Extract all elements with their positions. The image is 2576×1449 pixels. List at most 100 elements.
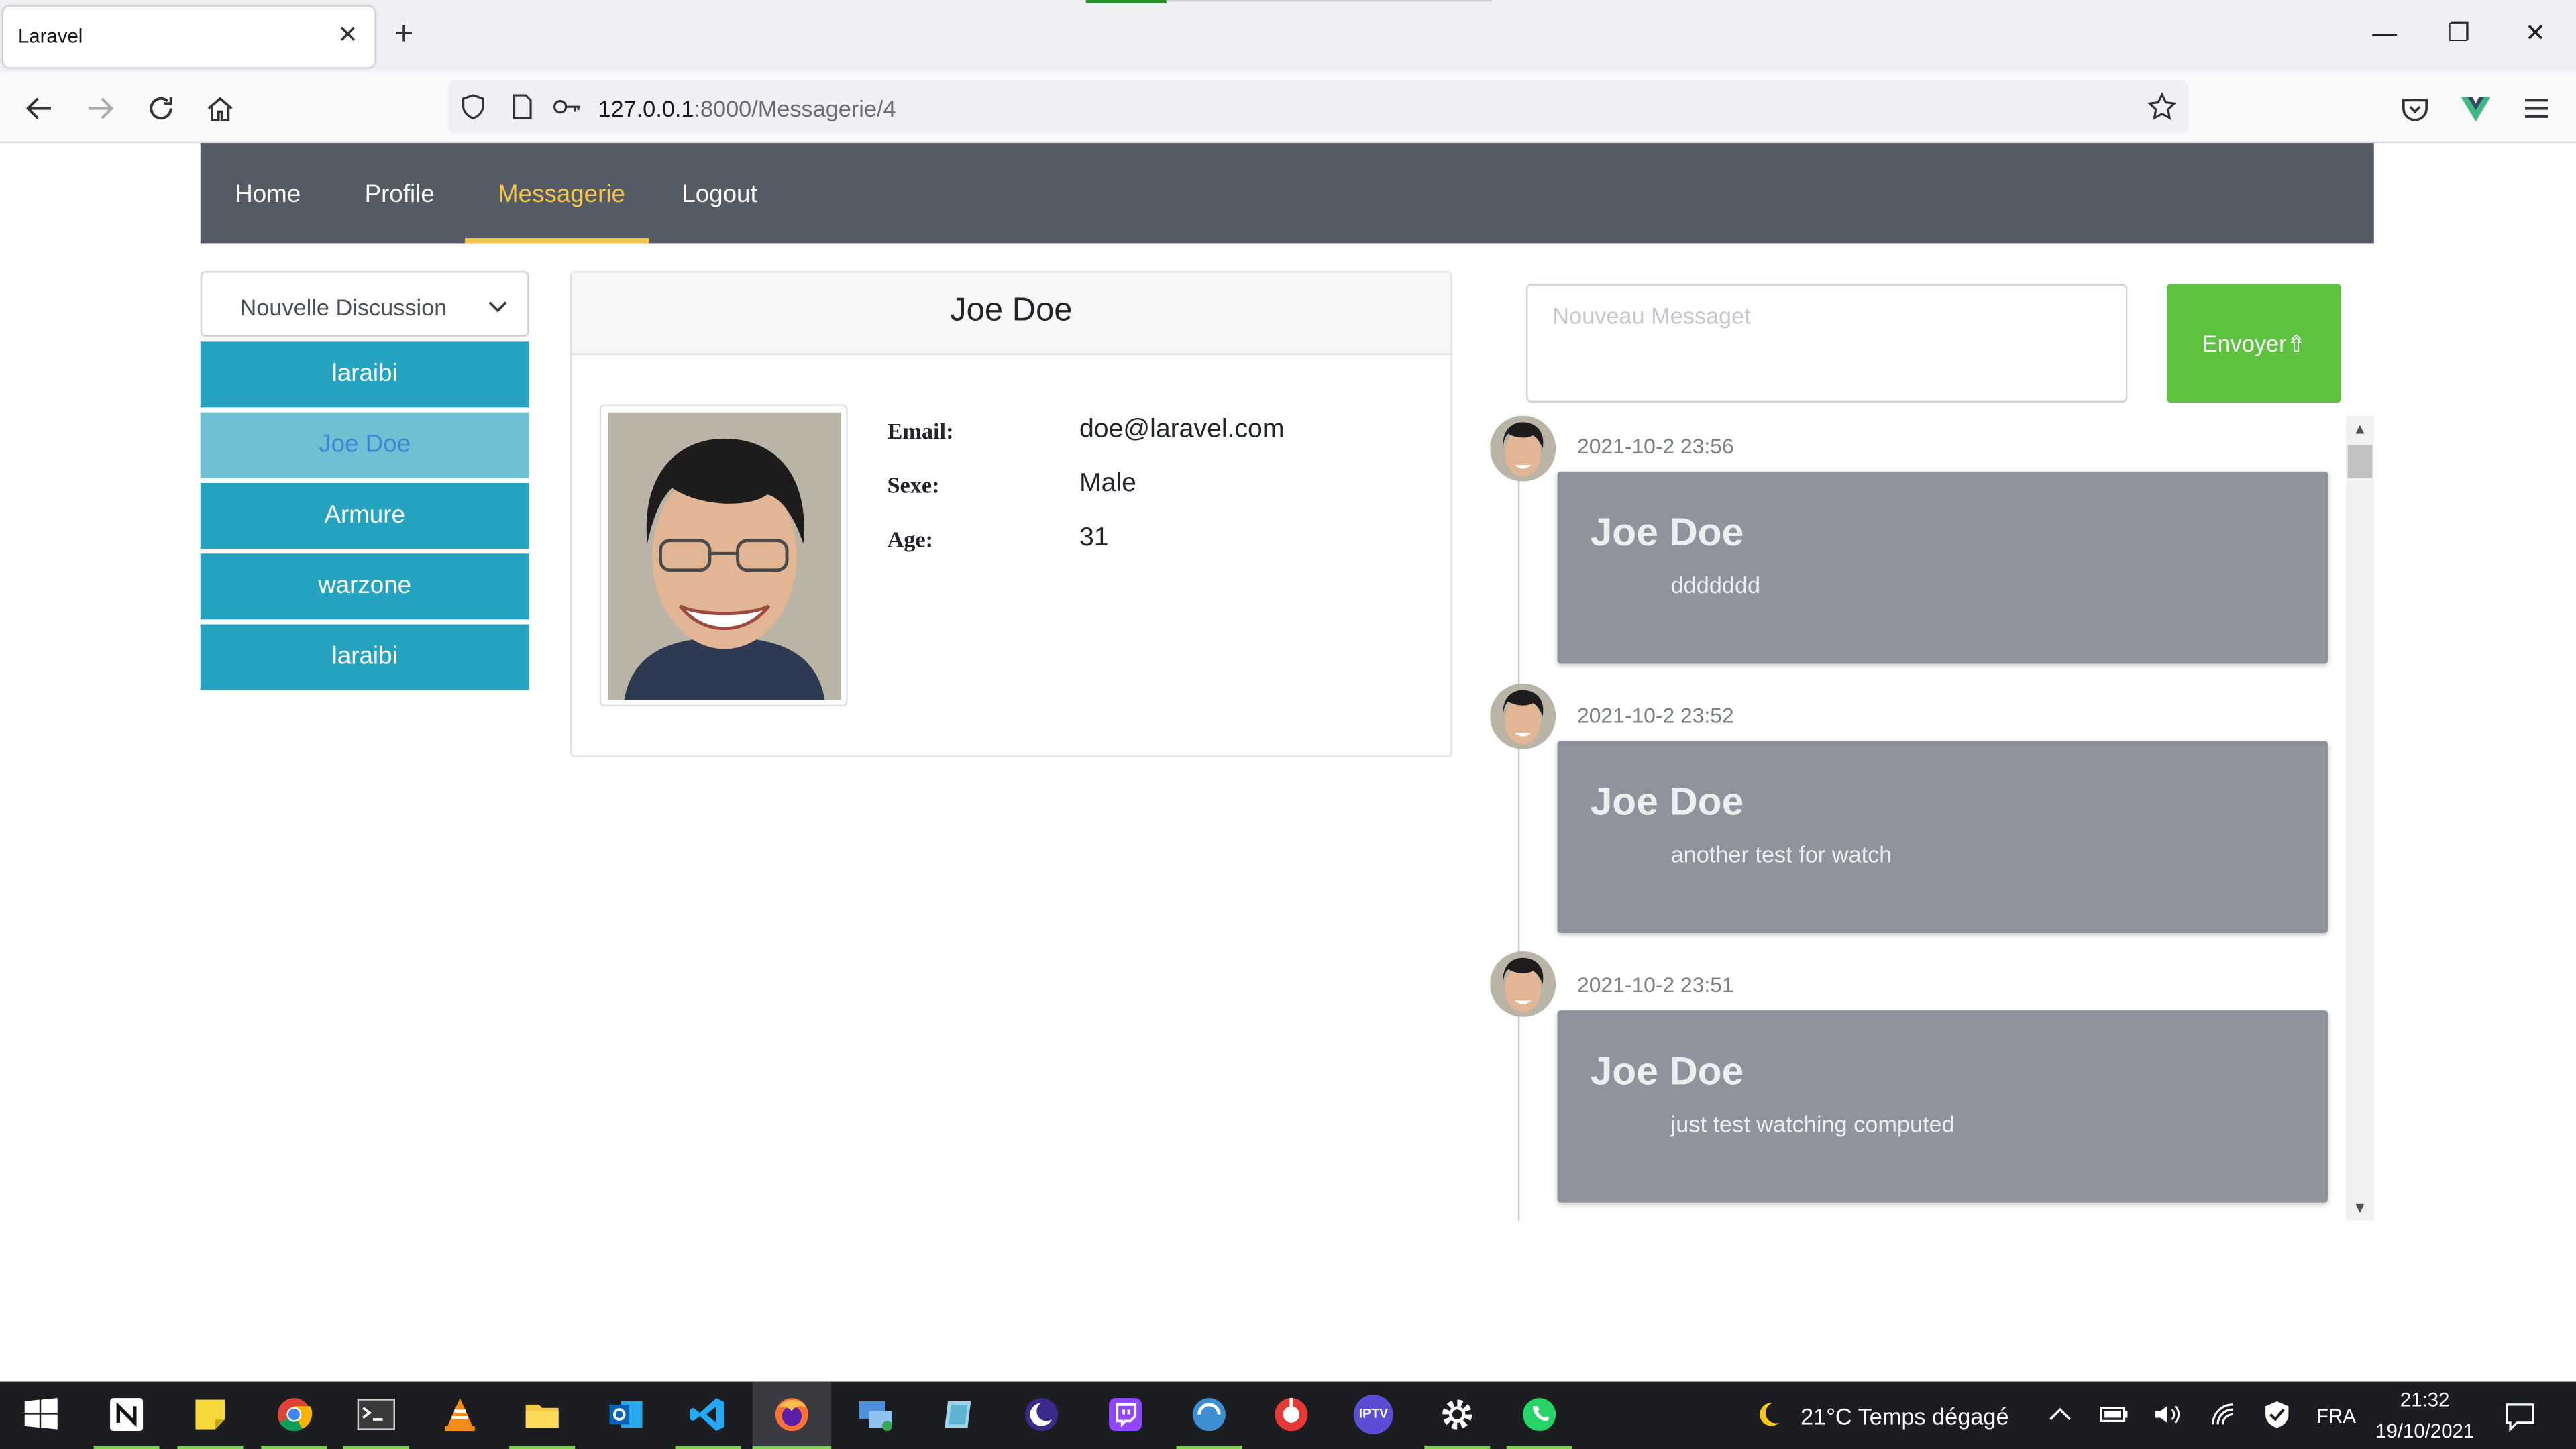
screen: Laravel ✕ + — ❐ ✕ 127.0.0.1:8000/Message… xyxy=(0,0,2576,1449)
minimize-icon[interactable]: — xyxy=(2372,18,2397,51)
new-tab-icon[interactable]: + xyxy=(394,16,414,52)
browser-tab-bar: Laravel ✕ + — ❐ ✕ xyxy=(0,0,2576,72)
vue-devtools-icon[interactable] xyxy=(2459,92,2492,125)
restore-icon[interactable]: ❐ xyxy=(2448,18,2470,51)
contact-item-active[interactable]: Joe Doe xyxy=(200,412,529,478)
running-indicator xyxy=(177,1446,244,1449)
wifi-icon[interactable] xyxy=(2210,1401,2239,1428)
chrome-icon[interactable] xyxy=(274,1395,314,1434)
message-timeline[interactable]: 2021-10-2 23:56 Joe Doe ddddddd 2021-10-… xyxy=(1485,415,2375,1221)
iptv-icon[interactable]: IPTV xyxy=(1353,1395,1393,1434)
loading-indicator xyxy=(1085,0,1167,3)
tab-title: Laravel xyxy=(17,24,83,48)
shield-icon[interactable] xyxy=(460,94,486,120)
profile-photo xyxy=(608,412,841,700)
scroll-up-icon[interactable]: ▲ xyxy=(2346,416,2374,442)
scroll-down-icon[interactable]: ▼ xyxy=(2346,1194,2374,1220)
outlook-icon[interactable] xyxy=(606,1395,646,1434)
home-icon[interactable] xyxy=(204,92,237,125)
running-indicator xyxy=(1424,1446,1491,1449)
pocket-icon[interactable] xyxy=(2399,92,2432,125)
chevron-up-icon[interactable] xyxy=(2049,1405,2072,1424)
url-path: :8000/Messagerie/4 xyxy=(694,95,896,122)
window-close-icon[interactable]: ✕ xyxy=(2525,18,2546,51)
clock-date[interactable]: 19/10/2021 xyxy=(2367,1419,2482,1442)
defender-shield-icon[interactable] xyxy=(2262,1400,2292,1430)
firefox-icon[interactable] xyxy=(772,1395,812,1434)
bookmark-star-icon[interactable] xyxy=(2147,92,2177,121)
address-bar[interactable]: 127.0.0.1:8000/Messagerie/4 xyxy=(448,80,2189,133)
clock-time[interactable]: 21:32 xyxy=(2367,1388,2482,1411)
contact-item[interactable]: Armure xyxy=(200,483,529,549)
battery-icon[interactable] xyxy=(2100,1403,2129,1426)
message-author: Joe Doe xyxy=(1590,780,1744,825)
language-indicator[interactable]: FRA xyxy=(2316,1405,2356,1428)
nav-logout[interactable]: Logout xyxy=(682,180,757,209)
message-author: Joe Doe xyxy=(1590,1049,1744,1095)
message-time: 2021-10-2 23:52 xyxy=(1577,703,1734,728)
vlc-icon[interactable] xyxy=(440,1395,480,1434)
nav-home[interactable]: Home xyxy=(235,180,301,209)
vscode-icon[interactable] xyxy=(688,1395,728,1434)
message-time: 2021-10-2 23:51 xyxy=(1577,972,1734,998)
new-message-placeholder: Nouveau Messaget xyxy=(1552,302,1751,329)
send-button[interactable]: Envoyer⇮ xyxy=(2167,284,2341,402)
running-indicator xyxy=(1176,1446,1242,1449)
close-tab-icon[interactable]: ✕ xyxy=(337,21,358,50)
windows-taskbar: IPTV 21°C Temps dégagé FRA 21:32 19/10/2… xyxy=(0,1381,2576,1449)
message-text: another test for watch xyxy=(1670,841,1892,868)
key-icon[interactable] xyxy=(552,95,582,118)
red-app-icon[interactable] xyxy=(1272,1395,1311,1434)
email-value: doe@laravel.com xyxy=(1079,415,1285,444)
back-icon[interactable] xyxy=(23,92,56,125)
notification-icon[interactable] xyxy=(2504,1400,2536,1433)
running-indicator xyxy=(675,1446,741,1449)
message-bubble: Joe Doe just test watching computed xyxy=(1557,1010,2328,1203)
message-bubble: Joe Doe ddddddd xyxy=(1557,471,2328,664)
nav-profile[interactable]: Profile xyxy=(365,180,435,209)
forward-icon[interactable] xyxy=(84,92,117,125)
profile-name-header: Joe Doe xyxy=(572,272,1451,355)
sexe-value: Male xyxy=(1079,470,1136,498)
chevron-down-icon xyxy=(488,301,507,313)
whatsapp-icon[interactable] xyxy=(1519,1395,1559,1434)
running-indicator xyxy=(343,1446,409,1449)
sexe-label: Sexe: xyxy=(887,474,940,500)
url-text[interactable]: 127.0.0.1:8000/Messagerie/4 xyxy=(598,95,896,121)
settings-gear-icon[interactable] xyxy=(1438,1395,1477,1434)
moon-app-icon[interactable] xyxy=(1022,1395,1061,1434)
weather-text[interactable]: 21°C Temps dégagé xyxy=(1801,1403,2008,1429)
new-message-input[interactable]: Nouveau Messaget xyxy=(1526,284,2128,402)
reload-icon[interactable] xyxy=(145,92,178,125)
age-value: 31 xyxy=(1079,524,1109,552)
scroll-thumb[interactable] xyxy=(2347,445,2373,478)
nav-messagerie[interactable]: Messagerie xyxy=(498,180,625,209)
windows-start-icon[interactable] xyxy=(21,1395,61,1434)
volume-icon[interactable] xyxy=(2152,1401,2182,1428)
timeline-scrollbar[interactable]: ▲ ▼ xyxy=(2346,415,2374,1221)
avatar xyxy=(1490,415,1556,482)
network-app-icon[interactable] xyxy=(1189,1395,1229,1434)
file-explorer-icon[interactable] xyxy=(523,1395,562,1434)
contact-item[interactable]: warzone xyxy=(200,553,529,620)
running-indicator xyxy=(93,1446,160,1449)
browser-nav-bar: 127.0.0.1:8000/Messagerie/4 xyxy=(0,72,2576,144)
message-text: just test watching computed xyxy=(1670,1110,1955,1137)
contact-item[interactable]: laraibi xyxy=(200,341,529,408)
profile-card: Joe Doe Email: doe@laravel.com Sexe: Mal… xyxy=(570,271,1452,757)
browser-tab[interactable]: Laravel ✕ xyxy=(3,6,375,68)
age-label: Age: xyxy=(887,529,934,554)
contact-item[interactable]: laraibi xyxy=(200,624,529,690)
app-navbar: Home Profile Messagerie Logout xyxy=(200,143,2374,244)
remote-desktop-icon[interactable] xyxy=(856,1395,896,1434)
menu-icon[interactable] xyxy=(2520,92,2553,125)
notion-icon[interactable] xyxy=(107,1395,146,1434)
email-label: Email: xyxy=(887,420,954,445)
weather-moon-icon xyxy=(1760,1403,1780,1426)
app-icon[interactable] xyxy=(938,1395,977,1434)
sticky-notes-icon[interactable] xyxy=(191,1395,230,1434)
message-time: 2021-10-2 23:56 xyxy=(1577,433,1734,459)
twitch-icon[interactable] xyxy=(1106,1395,1145,1434)
new-discussion-select[interactable]: Nouvelle Discussion xyxy=(200,271,529,337)
terminal-icon[interactable] xyxy=(356,1395,396,1434)
